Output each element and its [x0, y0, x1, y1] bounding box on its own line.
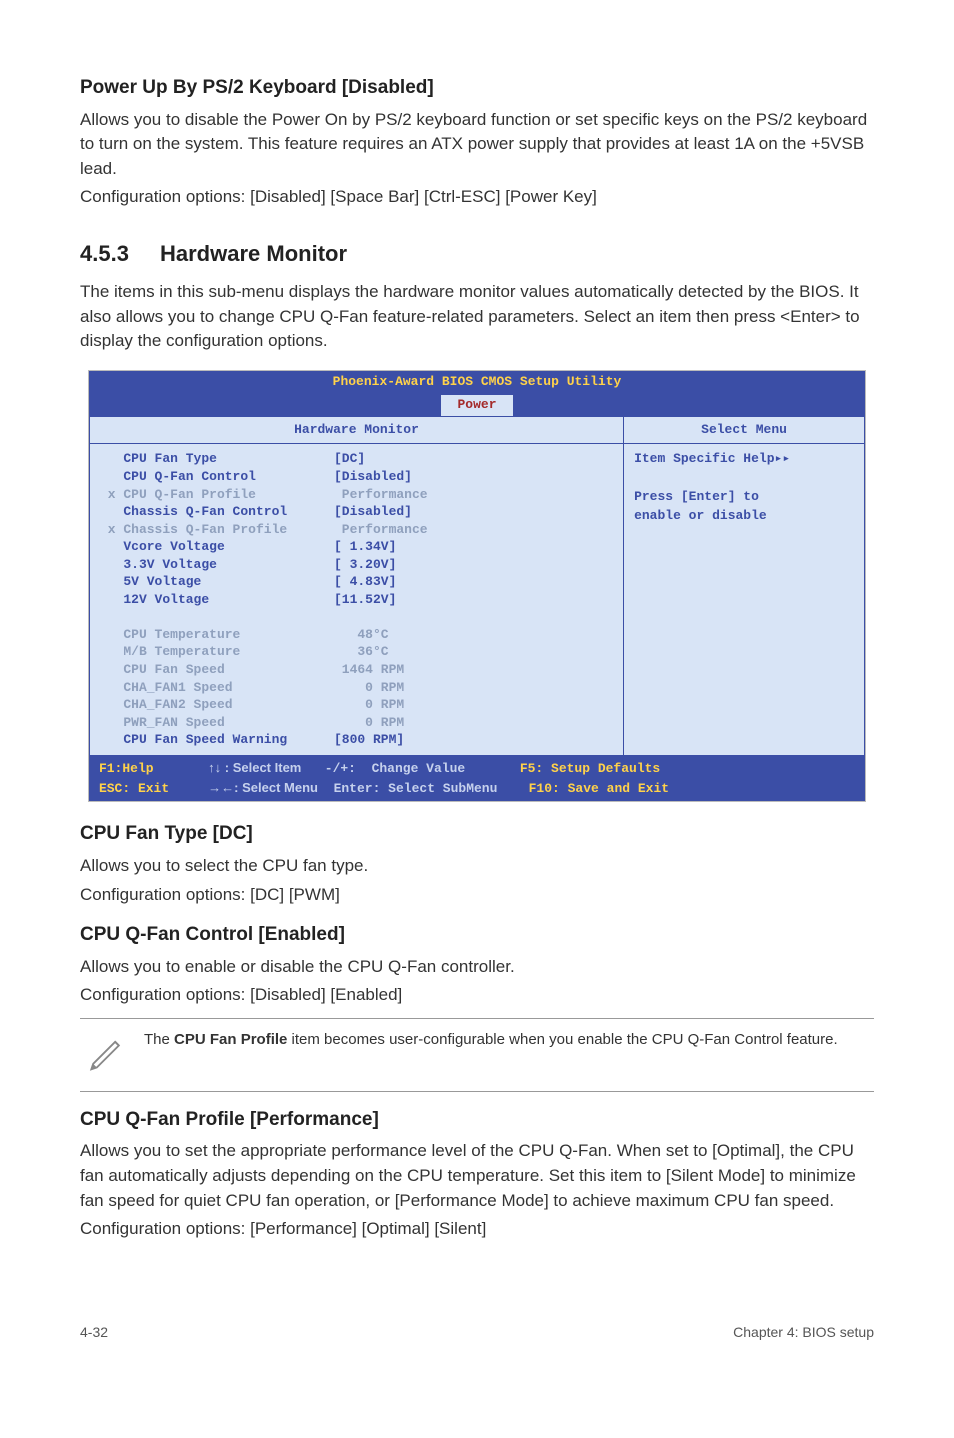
bios-window: Phoenix-Award BIOS CMOS Setup Utility Po… — [88, 370, 866, 803]
help-line1: Press [Enter] to — [634, 488, 854, 507]
bios-setting-row[interactable]: Vcore Voltage [ 1.34V] — [100, 538, 613, 556]
bios-settings-panel[interactable]: CPU Fan Type [DC] CPU Q-Fan Control [Dis… — [90, 444, 624, 754]
para-cpu-fan-type-desc: Allows you to select the CPU fan type. — [80, 854, 874, 879]
footer-change: -/+: Change Value — [325, 761, 465, 776]
para-qfan-control-desc: Allows you to enable or disable the CPU … — [80, 955, 874, 980]
bios-titlebar: Phoenix-Award BIOS CMOS Setup Utility — [89, 371, 865, 394]
bios-help-panel: Item Specific Help▸▸ Press [Enter] to en… — [624, 444, 864, 754]
bios-setting-row[interactable]: CPU Q-Fan Control [Disabled] — [100, 468, 613, 486]
footer-f5: F5: Setup Defaults — [520, 761, 660, 776]
bios-header-left: Hardware Monitor — [90, 417, 624, 444]
help-title: Item Specific Help▸▸ — [634, 450, 854, 469]
bios-setting-row[interactable]: Chassis Q-Fan Control [Disabled] — [100, 503, 613, 521]
help-line2: enable or disable — [634, 507, 854, 526]
section-title: Hardware Monitor — [160, 241, 347, 266]
bios-setting-row: PWR_FAN Speed 0 RPM — [100, 714, 613, 732]
bios-setting-row: CHA_FAN1 Speed 0 RPM — [100, 679, 613, 697]
bios-setting-row[interactable]: 3.3V Voltage [ 3.20V] — [100, 556, 613, 574]
footer-f10: F10: Save and Exit — [529, 781, 669, 796]
heading-qfan-profile: CPU Q-Fan Profile [Performance] — [80, 1106, 874, 1134]
bios-setting-row: M/B Temperature 36°C — [100, 643, 613, 661]
footer-enter: Enter: Select SubMenu — [334, 781, 498, 796]
bios-setting-row[interactable]: CPU Fan Speed Warning [800 RPM] — [100, 731, 613, 749]
footer-select-menu: →←: Select Menu — [208, 780, 318, 795]
bios-setting-row: CPU Fan Speed 1464 RPM — [100, 661, 613, 679]
footer-esc: ESC: Exit — [99, 781, 169, 796]
para-qfan-control-opts: Configuration options: [Disabled] [Enabl… — [80, 983, 874, 1008]
note-text: The CPU Fan Profile item becomes user-co… — [144, 1029, 838, 1050]
pencil-icon — [84, 1029, 128, 1081]
note-suffix: item becomes user-configurable when you … — [287, 1031, 837, 1048]
bios-setting-row[interactable] — [100, 608, 613, 626]
heading-qfan-control: CPU Q-Fan Control [Enabled] — [80, 921, 874, 949]
page-footer: 4-32 Chapter 4: BIOS setup — [80, 1322, 874, 1342]
bios-tab-power[interactable]: Power — [440, 394, 513, 416]
bios-content: CPU Fan Type [DC] CPU Q-Fan Control [Dis… — [89, 444, 865, 755]
note-prefix: The — [144, 1031, 174, 1048]
bios-setting-row: CPU Temperature 48°C — [100, 626, 613, 644]
bios-tab-row: Power — [89, 394, 865, 416]
heading-cpu-fan-type: CPU Fan Type [DC] — [80, 820, 874, 848]
footer-select-item: ↑↓ : Select Item — [208, 760, 301, 775]
note-bold: CPU Fan Profile — [174, 1031, 287, 1048]
bios-setting-row[interactable]: 12V Voltage [11.52V] — [100, 591, 613, 609]
section-heading: 4.5.3Hardware Monitor — [80, 238, 874, 270]
para-power-up-desc: Allows you to disable the Power On by PS… — [80, 108, 874, 182]
para-qfan-profile-desc: Allows you to set the appropriate perfor… — [80, 1139, 874, 1213]
section-number: 4.5.3 — [80, 238, 160, 270]
bios-setting-row: x CPU Q-Fan Profile Performance — [100, 486, 613, 504]
page-number: 4-32 — [80, 1322, 108, 1342]
bios-setting-row[interactable]: 5V Voltage [ 4.83V] — [100, 573, 613, 591]
heading-power-up: Power Up By PS/2 Keyboard [Disabled] — [80, 74, 874, 102]
bios-setting-row[interactable]: CPU Fan Type [DC] — [100, 450, 613, 468]
note-box: The CPU Fan Profile item becomes user-co… — [80, 1018, 874, 1092]
bios-footer: F1:Help ↑↓ : Select Item -/+: Change Val… — [89, 756, 865, 802]
para-power-up-opts: Configuration options: [Disabled] [Space… — [80, 185, 874, 210]
bios-header-right: Select Menu — [624, 417, 864, 444]
footer-f1: F1:Help — [99, 761, 154, 776]
bios-setting-row: x Chassis Q-Fan Profile Performance — [100, 521, 613, 539]
chapter-label: Chapter 4: BIOS setup — [733, 1322, 874, 1342]
para-qfan-profile-opts: Configuration options: [Performance] [Op… — [80, 1217, 874, 1242]
para-hwmonitor-desc: The items in this sub-menu displays the … — [80, 280, 874, 354]
para-cpu-fan-type-opts: Configuration options: [DC] [PWM] — [80, 883, 874, 908]
bios-setting-row: CHA_FAN2 Speed 0 RPM — [100, 696, 613, 714]
bios-header-row: Hardware Monitor Select Menu — [89, 416, 865, 445]
